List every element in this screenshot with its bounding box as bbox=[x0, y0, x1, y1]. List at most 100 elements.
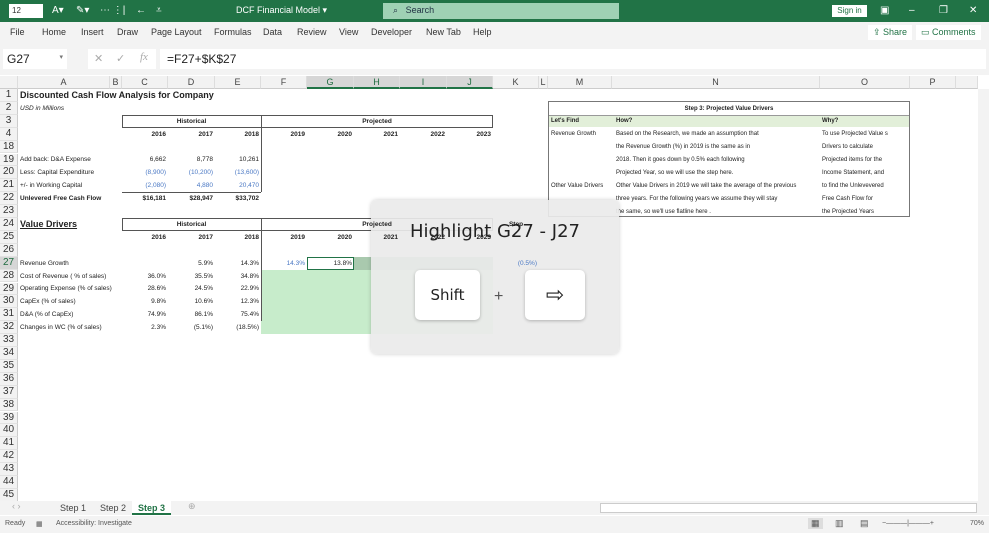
cell-C4[interactable]: 2016 bbox=[122, 128, 168, 141]
cell-D20[interactable]: (10,200) bbox=[168, 166, 215, 179]
row-header-23[interactable]: 23 bbox=[0, 205, 18, 218]
comments-button[interactable]: ▭ Comments bbox=[916, 25, 981, 40]
restore-icon[interactable]: ❐ bbox=[939, 5, 948, 16]
cell-D28[interactable]: 35.5% bbox=[168, 270, 215, 283]
undo-icon[interactable]: ← bbox=[136, 5, 146, 16]
ribbon-display-icon[interactable]: ▣ bbox=[880, 5, 889, 16]
cell-A27[interactable]: Revenue Growth bbox=[18, 257, 110, 270]
cell-A19[interactable]: Add back: D&A Expense bbox=[18, 154, 110, 167]
column-header-I[interactable]: I bbox=[400, 76, 447, 89]
cell-D25[interactable]: 2017 bbox=[168, 231, 215, 244]
share-button[interactable]: ⇪ Share bbox=[868, 25, 913, 40]
column-header-A[interactable]: A bbox=[18, 76, 110, 89]
row-header-42[interactable]: 42 bbox=[0, 450, 18, 464]
page-layout-view-icon[interactable]: ▥ bbox=[835, 518, 844, 529]
cell-C22[interactable]: $16,181 bbox=[122, 192, 168, 205]
cell-E25[interactable]: 2018 bbox=[215, 231, 261, 244]
cell-C32[interactable]: 2.3% bbox=[122, 321, 168, 334]
cell-A1[interactable]: Discounted Cash Flow Analysis for Compan… bbox=[18, 89, 214, 102]
cell-D21[interactable]: 4,880 bbox=[168, 179, 215, 192]
horizontal-scrollbar[interactable] bbox=[600, 503, 977, 513]
cell-C28[interactable]: 36.0% bbox=[122, 270, 168, 283]
cell-D24[interactable]: Historical bbox=[122, 218, 261, 231]
menu-help[interactable]: Help bbox=[473, 27, 492, 37]
menu-home[interactable]: Home bbox=[42, 27, 66, 37]
cell-D30[interactable]: 10.6% bbox=[168, 295, 215, 308]
customize-icon[interactable]: ⩡ bbox=[156, 5, 162, 16]
highlight-color-icon[interactable]: ✎▾ bbox=[76, 5, 89, 16]
cell-A20[interactable]: Less: Capital Expenditure bbox=[18, 166, 110, 179]
row-header-19[interactable]: 19 bbox=[0, 153, 18, 167]
cell-K24[interactable]: Step bbox=[493, 218, 539, 231]
cell-A30[interactable]: CapEx (% of sales) bbox=[18, 295, 110, 308]
menu-view[interactable]: View bbox=[339, 27, 358, 37]
normal-view-icon[interactable]: ▦ bbox=[808, 518, 823, 529]
cell-E19[interactable]: 10,261 bbox=[215, 154, 261, 167]
row-header-44[interactable]: 44 bbox=[0, 476, 18, 489]
cell-A32[interactable]: Changes in WC (% of sales) bbox=[18, 321, 110, 334]
column-header-F[interactable]: F bbox=[261, 76, 307, 89]
cell-E30[interactable]: 12.3% bbox=[215, 295, 261, 308]
row-header-43[interactable]: 43 bbox=[0, 463, 18, 476]
cell-A21[interactable]: +/- in Working Capital bbox=[18, 179, 110, 192]
sheet-nav-arrows-icon[interactable]: ‹ › bbox=[12, 501, 21, 511]
search-box[interactable]: ⌕ Search bbox=[383, 3, 619, 19]
cell-J25[interactable]: 2023 bbox=[447, 231, 493, 244]
cell-E32[interactable]: (18.5%) bbox=[215, 321, 261, 334]
row-header-2[interactable]: 2 bbox=[0, 101, 18, 115]
zoom-slider[interactable]: −———|———+ bbox=[882, 520, 934, 527]
column-header-K[interactable]: K bbox=[493, 76, 539, 89]
row-header-4[interactable]: 4 bbox=[0, 127, 18, 141]
row-header-36[interactable]: 36 bbox=[0, 372, 18, 386]
cell-F4[interactable]: 2019 bbox=[261, 128, 307, 141]
close-icon[interactable]: ✕ bbox=[969, 5, 977, 16]
sign-in-button[interactable]: Sign in bbox=[832, 5, 867, 17]
formula-input[interactable]: =F27+$K$27 bbox=[160, 49, 986, 69]
column-header-N[interactable]: N bbox=[612, 76, 820, 89]
menu-new-tab[interactable]: New Tab bbox=[426, 27, 461, 37]
row-header-29[interactable]: 29 bbox=[0, 282, 18, 296]
row-header-27[interactable]: 27 bbox=[0, 256, 18, 270]
menu-insert[interactable]: Insert bbox=[81, 27, 104, 37]
column-header-M[interactable]: M bbox=[548, 76, 612, 89]
cell-D31[interactable]: 86.1% bbox=[168, 308, 215, 321]
chevron-down-icon[interactable]: ▾ bbox=[59, 53, 63, 61]
row-header-26[interactable]: 26 bbox=[0, 243, 18, 257]
cancel-icon[interactable]: ✕ bbox=[94, 52, 103, 65]
menu-formulas[interactable]: Formulas bbox=[214, 27, 252, 37]
row-header-39[interactable]: 39 bbox=[0, 411, 18, 425]
column-header-E[interactable]: E bbox=[215, 76, 261, 89]
column-header-P[interactable]: P bbox=[910, 76, 956, 89]
cell-C29[interactable]: 28.6% bbox=[122, 283, 168, 296]
cell-C31[interactable]: 74.9% bbox=[122, 308, 168, 321]
cell-E22[interactable]: $33,702 bbox=[215, 192, 261, 205]
vertical-scrollbar[interactable] bbox=[978, 89, 989, 501]
row-header-45[interactable]: 45 bbox=[0, 488, 18, 502]
row-header-34[interactable]: 34 bbox=[0, 347, 18, 360]
cell-D27[interactable]: 5.9% bbox=[168, 257, 215, 270]
cell-F27[interactable]: 14.3% bbox=[261, 257, 307, 270]
cell-E31[interactable]: 75.4% bbox=[215, 308, 261, 321]
cell-E4[interactable]: 2018 bbox=[215, 128, 261, 141]
page-break-view-icon[interactable]: ▤ bbox=[860, 518, 869, 529]
cell-D32[interactable]: (5.1%) bbox=[168, 321, 215, 334]
row-header-37[interactable]: 37 bbox=[0, 385, 18, 399]
cell-D3[interactable]: Historical bbox=[122, 115, 261, 128]
cell-A2[interactable]: USD in Millions bbox=[18, 102, 110, 115]
cell-D22[interactable]: $28,947 bbox=[168, 192, 215, 205]
borders-icon[interactable]: ⋯ ⋮| bbox=[100, 5, 125, 16]
cell-G4[interactable]: 2020 bbox=[307, 128, 354, 141]
row-header-31[interactable]: 31 bbox=[0, 308, 18, 322]
row-header-25[interactable]: 25 bbox=[0, 230, 18, 244]
cell-H25[interactable]: 2021 bbox=[354, 231, 400, 244]
cell-G25[interactable]: 2020 bbox=[307, 231, 354, 244]
cell-I4[interactable]: 2022 bbox=[400, 128, 447, 141]
cell-A29[interactable]: Operating Expense (% of sales) bbox=[18, 283, 112, 296]
accessibility-status[interactable]: Accessibility: Investigate bbox=[56, 520, 132, 527]
cell-H4[interactable]: 2021 bbox=[354, 128, 400, 141]
menu-page-layout[interactable]: Page Layout bbox=[151, 27, 202, 37]
column-header-G[interactable]: G bbox=[307, 76, 354, 89]
row-header-32[interactable]: 32 bbox=[0, 321, 18, 335]
row-header-35[interactable]: 35 bbox=[0, 359, 18, 373]
sheet-tab-step3[interactable]: Step 3 bbox=[132, 501, 172, 515]
